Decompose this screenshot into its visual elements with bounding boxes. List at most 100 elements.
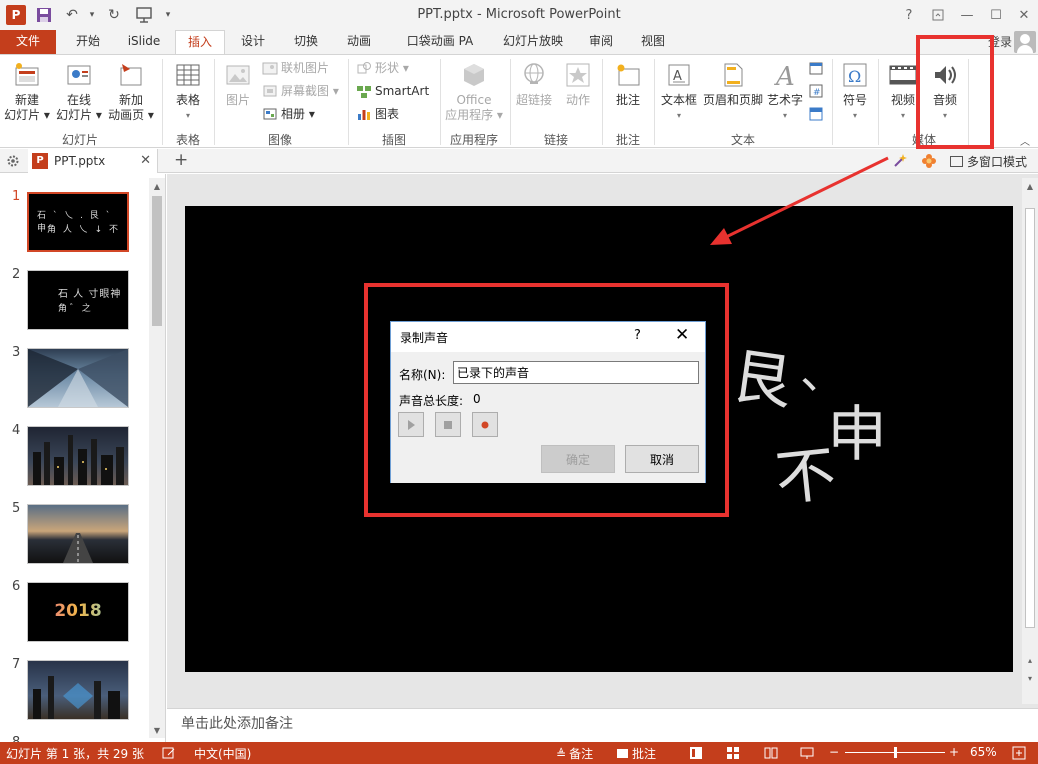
slide-thumbnail-6[interactable]: 2018: [27, 582, 129, 642]
header-footer-button[interactable]: 页眉和页脚: [702, 59, 764, 108]
slide-thumbnail-3[interactable]: [27, 348, 129, 408]
avatar[interactable]: [1014, 31, 1036, 53]
scrollbar-thumb[interactable]: [152, 196, 162, 326]
maximize-button[interactable]: ☐: [984, 4, 1008, 26]
document-tab-close-icon[interactable]: ✕: [140, 153, 151, 168]
dialog-title: 录制声音: [400, 331, 449, 345]
tab-settings-gear-icon[interactable]: [6, 154, 20, 168]
action-button[interactable]: 动作: [560, 59, 596, 108]
cancel-button[interactable]: 取消: [625, 445, 699, 473]
scroll-up-arrow-icon[interactable]: ▴: [1022, 652, 1038, 668]
scroll-down-arrow-icon[interactable]: ▼: [149, 722, 165, 738]
collapse-ribbon-icon[interactable]: ︿: [1020, 133, 1030, 148]
screenshot-button[interactable]: 屏幕截图 ▾: [262, 81, 339, 101]
comment-button[interactable]: 批注: [608, 59, 648, 108]
reading-view-icon[interactable]: [764, 746, 778, 763]
slide-thumbnail-4[interactable]: [27, 426, 129, 486]
fit-to-window-icon[interactable]: [1012, 746, 1026, 763]
new-slide-button[interactable]: 新建 幻灯片 ▾: [4, 59, 50, 123]
scrollbar-thumb[interactable]: [1025, 208, 1035, 628]
tab-design[interactable]: 设计: [230, 30, 276, 54]
tab-review[interactable]: 审阅: [580, 30, 622, 54]
office-apps-button[interactable]: Office 应用程序 ▾: [442, 59, 506, 123]
video-button[interactable]: 视频 ▾: [884, 59, 922, 123]
flower-icon[interactable]: [921, 153, 937, 169]
scroll-up-arrow-icon[interactable]: ▲: [1022, 178, 1038, 194]
dialog-help-button[interactable]: ?: [634, 328, 641, 343]
ribbon-display-options-icon[interactable]: [926, 4, 950, 26]
zoom-in-button[interactable]: +: [949, 745, 959, 759]
undo-dropdown-icon[interactable]: ▾: [82, 5, 102, 25]
spell-check-icon[interactable]: [162, 746, 176, 760]
notes-toggle-button[interactable]: ≜ 备注: [556, 745, 593, 762]
tab-islide[interactable]: iSlide: [118, 30, 170, 54]
hyperlink-button[interactable]: 超链接: [514, 59, 554, 108]
slide-sorter-view-icon[interactable]: [726, 746, 740, 763]
login-link[interactable]: 登录: [988, 33, 1012, 50]
picture-button[interactable]: 图片: [220, 59, 256, 108]
audio-button[interactable]: 音频 ▾: [926, 59, 964, 123]
new-animation-page-button[interactable]: 新加 动画页 ▾: [106, 59, 156, 123]
tab-file[interactable]: 文件: [0, 30, 56, 54]
record-button[interactable]: [472, 412, 498, 437]
smartart-button[interactable]: SmartArt: [356, 81, 429, 101]
slide-thumbnail-7[interactable]: [27, 660, 129, 720]
online-picture-button[interactable]: 联机图片: [262, 58, 329, 78]
close-window-button[interactable]: ✕: [1012, 4, 1036, 26]
zoom-slider[interactable]: [845, 747, 945, 758]
slide-thumbnail-5[interactable]: [27, 504, 129, 564]
zoom-level[interactable]: 65%: [970, 745, 997, 759]
tab-slideshow[interactable]: 幻灯片放映: [493, 30, 573, 54]
zoom-slider-thumb[interactable]: [893, 747, 897, 758]
slide-thumbnail-1[interactable]: 石 ` 乀 . 艮 ` 申 角 人 乀 ↓ 不: [27, 192, 129, 252]
table-icon: [172, 59, 204, 91]
undo-icon[interactable]: ↶: [62, 5, 82, 25]
new-tab-button[interactable]: +: [174, 150, 188, 170]
tab-transitions[interactable]: 切换: [283, 30, 329, 54]
thumbnail-scrollbar[interactable]: ▲ ▼: [149, 178, 165, 738]
notes-placeholder[interactable]: 单击此处添加备注: [167, 708, 1038, 742]
multi-window-mode-button[interactable]: 多窗口模式: [950, 153, 1027, 170]
textbox-button[interactable]: A 文本框 ▾: [658, 59, 700, 123]
slide-text-char[interactable]: 不: [771, 425, 840, 518]
redo-icon[interactable]: ↻: [104, 5, 124, 25]
tab-home[interactable]: 开始: [64, 30, 112, 54]
album-button[interactable]: 相册 ▾: [262, 104, 315, 124]
chart-button[interactable]: 图表: [356, 104, 399, 124]
language-status[interactable]: 中文(中国): [194, 745, 251, 762]
comments-toggle-button[interactable]: 批注: [617, 745, 656, 762]
save-icon[interactable]: [34, 5, 54, 25]
tab-insert[interactable]: 插入: [175, 30, 225, 55]
tab-animations[interactable]: 动画: [336, 30, 382, 54]
slide-scrollbar[interactable]: ▲ ▴ ▾: [1022, 178, 1038, 704]
online-slide-button[interactable]: 在线 幻灯片 ▾: [56, 59, 102, 123]
date-time-button[interactable]: [808, 58, 827, 78]
help-button[interactable]: ?: [897, 4, 921, 26]
magic-wand-icon[interactable]: [892, 153, 908, 169]
wordart-button[interactable]: A 艺术字 ▾: [766, 59, 804, 123]
normal-view-icon[interactable]: [689, 746, 703, 763]
scroll-down-arrow-icon[interactable]: ▾: [1022, 670, 1038, 686]
slide-text-char[interactable]: 艮: [727, 327, 799, 422]
minimize-button[interactable]: —: [955, 4, 979, 26]
play-button[interactable]: [398, 412, 424, 437]
slide-thumbnail-2[interactable]: 石 人 寸眼神 角 ゛ 之: [27, 270, 129, 330]
customize-qat-icon[interactable]: ▾: [158, 5, 178, 25]
sound-name-input[interactable]: [453, 361, 699, 384]
ok-button[interactable]: 确定: [541, 445, 615, 473]
symbol-button[interactable]: Ω 符号 ▾: [836, 59, 874, 123]
slide-text-char[interactable]: 申: [827, 386, 887, 473]
zoom-out-button[interactable]: −: [829, 745, 839, 759]
table-button[interactable]: 表格 ▾: [168, 59, 208, 123]
tab-view[interactable]: 视图: [632, 30, 674, 54]
shapes-button[interactable]: 形状 ▾: [356, 58, 409, 78]
slide-number-button[interactable]: #: [808, 81, 827, 101]
dialog-close-button[interactable]: ✕: [675, 325, 689, 345]
slideshow-view-icon[interactable]: [800, 746, 814, 763]
slideshow-start-icon[interactable]: [134, 5, 154, 25]
stop-button[interactable]: [435, 412, 461, 437]
object-button[interactable]: [808, 104, 827, 124]
document-tab[interactable]: P PPT.pptx ✕: [28, 149, 158, 173]
tab-pocket-animation[interactable]: 口袋动画 PA: [393, 30, 487, 54]
scroll-up-arrow-icon[interactable]: ▲: [149, 178, 165, 194]
